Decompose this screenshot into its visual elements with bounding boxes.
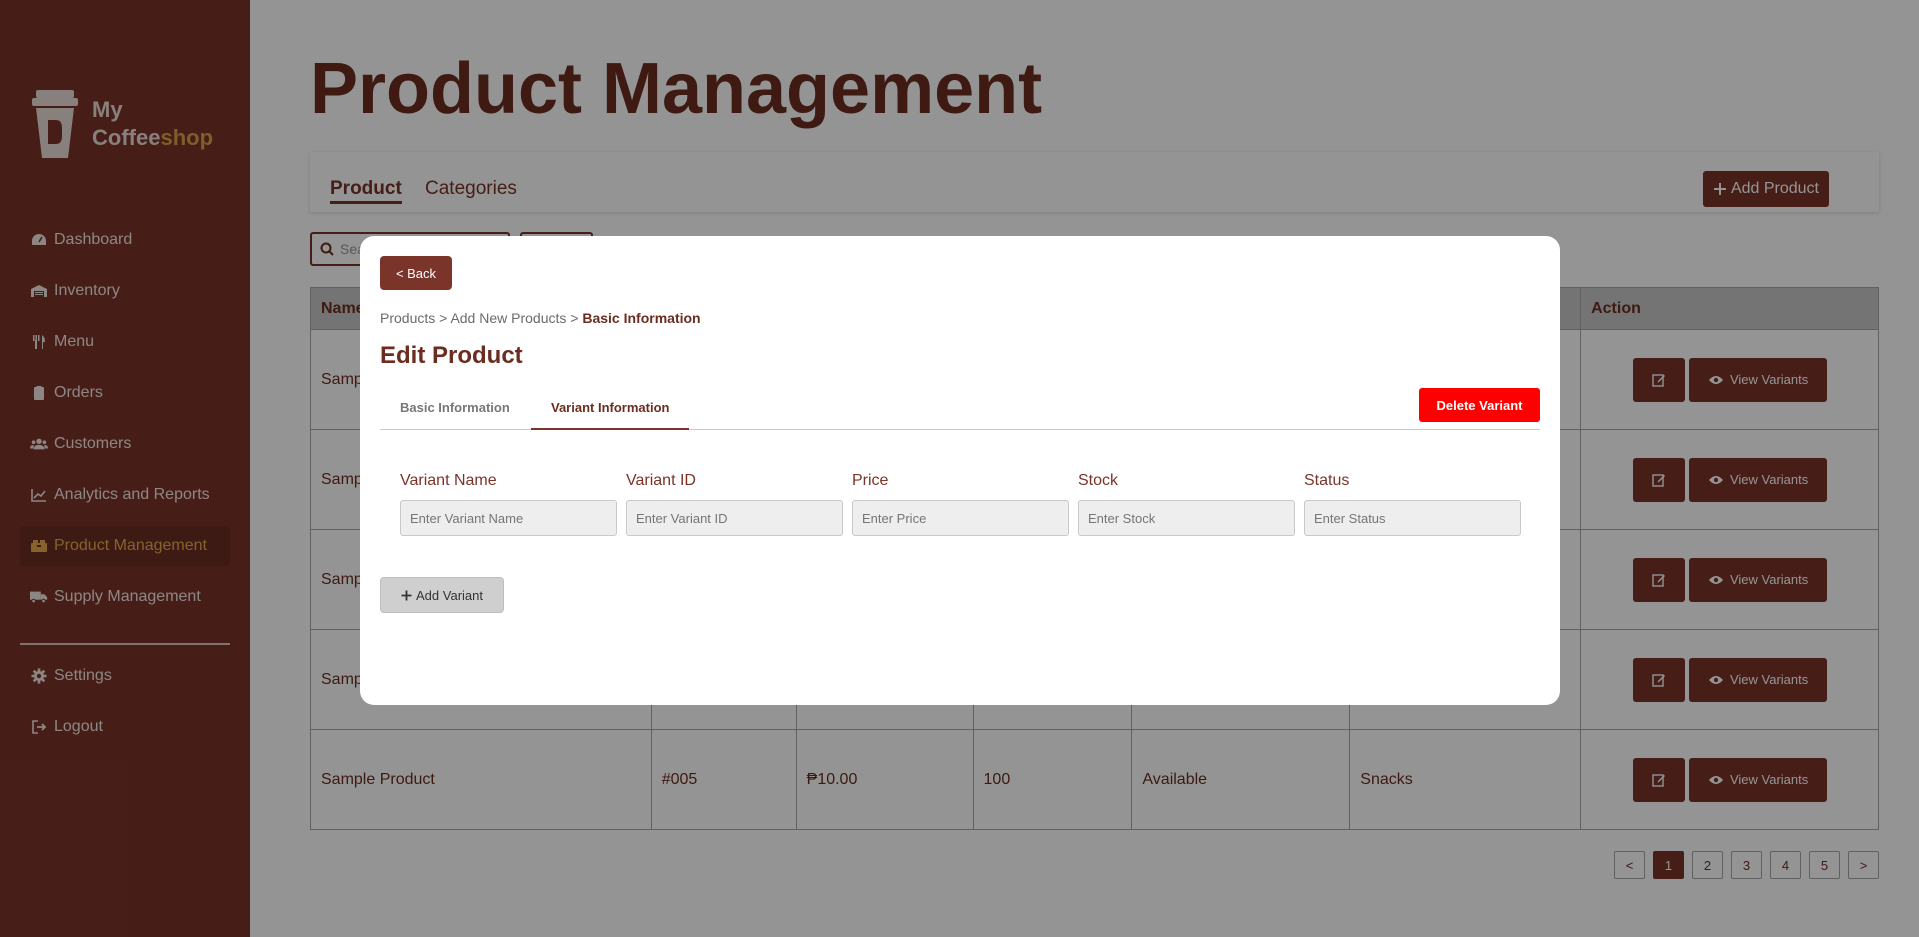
variant-id-field: Variant ID (626, 472, 843, 536)
add-variant-label: Add Variant (416, 587, 483, 603)
breadcrumb: Products > Add New Products > Basic Info… (380, 310, 701, 326)
price-label: Price (852, 472, 889, 489)
modal-tabs: Basic Information Variant Information De… (380, 384, 1540, 430)
status-field: Status (1304, 472, 1521, 536)
stock-label: Stock (1078, 472, 1119, 489)
plus-icon (401, 590, 412, 600)
price-field: Price (852, 472, 1069, 536)
status-input[interactable] (1304, 500, 1521, 536)
breadcrumb-products[interactable]: Products (380, 310, 435, 326)
variant-id-label: Variant ID (626, 472, 696, 489)
variant-name-label: Variant Name (400, 472, 497, 489)
status-label: Status (1304, 472, 1350, 489)
edit-product-modal: < Back Products > Add New Products > Bas… (360, 236, 1560, 705)
add-variant-button[interactable]: Add Variant (380, 577, 504, 613)
stock-input[interactable] (1078, 500, 1295, 536)
tab-basic-information[interactable]: Basic Information (400, 400, 510, 430)
breadcrumb-current: Basic Information (582, 310, 701, 326)
price-input[interactable] (852, 500, 1069, 536)
variant-name-input[interactable] (400, 500, 617, 536)
modal-title: Edit Product (380, 342, 523, 369)
back-button[interactable]: < Back (380, 256, 452, 290)
breadcrumb-separator: > (435, 310, 451, 326)
variant-name-field: Variant Name (400, 472, 617, 536)
delete-variant-button[interactable]: Delete Variant (1419, 388, 1540, 422)
variant-id-input[interactable] (626, 500, 843, 536)
breadcrumb-separator: > (566, 310, 583, 326)
tab-variant-information[interactable]: Variant Information (531, 400, 690, 430)
breadcrumb-add-new-products[interactable]: Add New Products (450, 310, 566, 326)
stock-field: Stock (1078, 472, 1295, 536)
